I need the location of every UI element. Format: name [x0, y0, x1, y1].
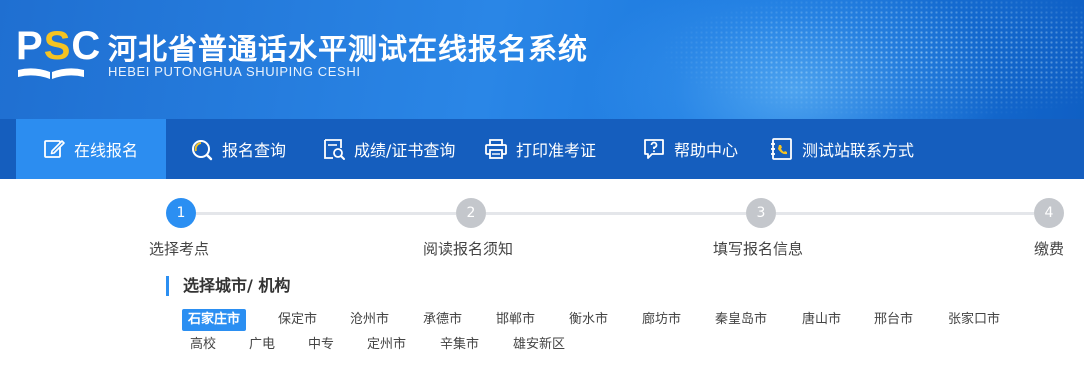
logo-book-icon	[18, 68, 84, 79]
city-option-chengde[interactable]: 承德市	[423, 309, 462, 331]
city-option-qinhuangdao[interactable]: 秦皇岛市	[715, 309, 767, 331]
header-world-map-pattern	[664, 0, 1084, 119]
step-4-label: 缴费	[1034, 240, 1065, 258]
step-connector	[486, 212, 746, 215]
step-3-label: 填写报名信息	[713, 240, 804, 258]
city-option-xingtai[interactable]: 邢台市	[874, 309, 913, 331]
city-option-dingzhou[interactable]: 定州市	[367, 334, 406, 356]
city-option-broadcasting[interactable]: 广电	[249, 334, 275, 356]
nav-item-label: 报名查询	[222, 141, 287, 160]
psc-logo: PSC	[16, 24, 100, 80]
printer-icon	[484, 137, 508, 161]
nav-item-print-admission-ticket[interactable]: 打印准考证	[484, 119, 596, 179]
certificate-search-icon	[322, 137, 346, 161]
search-icon	[190, 137, 214, 161]
city-section-title: 选择城市/ 机构	[166, 276, 290, 296]
nav-item-label: 打印准考证	[516, 141, 597, 160]
city-option-handan[interactable]: 邯郸市	[496, 309, 535, 331]
nav-item-online-registration[interactable]: 在线报名	[16, 119, 166, 179]
city-option-langfang[interactable]: 廊坊市	[642, 309, 681, 331]
step-2-circle: 2	[456, 198, 486, 228]
nav-item-test-station-contacts[interactable]: 测试站联系方式	[770, 119, 914, 179]
city-option-shijiazhuang[interactable]: 石家庄市	[182, 309, 247, 331]
nav-item-label: 测试站联系方式	[802, 141, 915, 160]
city-option-xiongan[interactable]: 雄安新区	[513, 334, 565, 356]
step-3-circle: 3	[746, 198, 776, 228]
city-option-baoding[interactable]: 保定市	[278, 309, 317, 331]
city-option-secondary-vocational[interactable]: 中专	[308, 334, 334, 356]
help-icon	[642, 137, 666, 161]
edit-icon	[42, 137, 66, 161]
logo-letter-p: P	[16, 24, 44, 68]
city-option-zhangjiakou[interactable]: 张家口市	[948, 309, 1000, 331]
nav-item-label: 帮助中心	[674, 141, 739, 160]
step-2-label: 阅读报名须知	[423, 240, 514, 258]
step-1-circle: 1	[166, 198, 196, 228]
nav-item-score-certificate-query[interactable]: 成绩/证书查询	[322, 119, 455, 179]
nav-item-label: 成绩/证书查询	[354, 141, 456, 160]
city-option-hengshui[interactable]: 衡水市	[569, 309, 608, 331]
city-option-tangshan[interactable]: 唐山市	[802, 309, 841, 331]
site-title: 河北省普通话水平测试在线报名系统	[108, 32, 589, 66]
nav-item-registration-query[interactable]: 报名查询	[190, 119, 286, 179]
main-nav: 在线报名 报名查询 成绩/证书查询 打印准考证 帮助中心 测试站联系方式	[0, 119, 1084, 179]
step-connector	[776, 212, 1034, 215]
nav-item-help-center[interactable]: 帮助中心	[642, 119, 738, 179]
city-option-xinji[interactable]: 辛集市	[440, 334, 479, 356]
logo-letter-s: S	[43, 24, 72, 68]
logo-letters: PSC	[16, 24, 100, 68]
phone-icon	[770, 137, 794, 161]
step-4-circle: 4	[1034, 198, 1064, 228]
site-subtitle: HEBEI PUTONGHUA SHUIPING CESHI	[108, 64, 361, 79]
registration-steps: 1 2 3 4 选择考点 阅读报名须知 填写报名信息 缴费	[0, 198, 1084, 260]
nav-item-label: 在线报名	[74, 141, 139, 160]
city-option-cangzhou[interactable]: 沧州市	[350, 309, 389, 331]
site-header: PSC 河北省普通话水平测试在线报名系统 HEBEI PUTONGHUA SHU…	[0, 0, 1084, 119]
step-connector	[196, 212, 456, 215]
logo-letter-c: C	[71, 24, 102, 68]
city-option-universities[interactable]: 高校	[190, 334, 216, 356]
step-1-label: 选择考点	[149, 240, 210, 258]
